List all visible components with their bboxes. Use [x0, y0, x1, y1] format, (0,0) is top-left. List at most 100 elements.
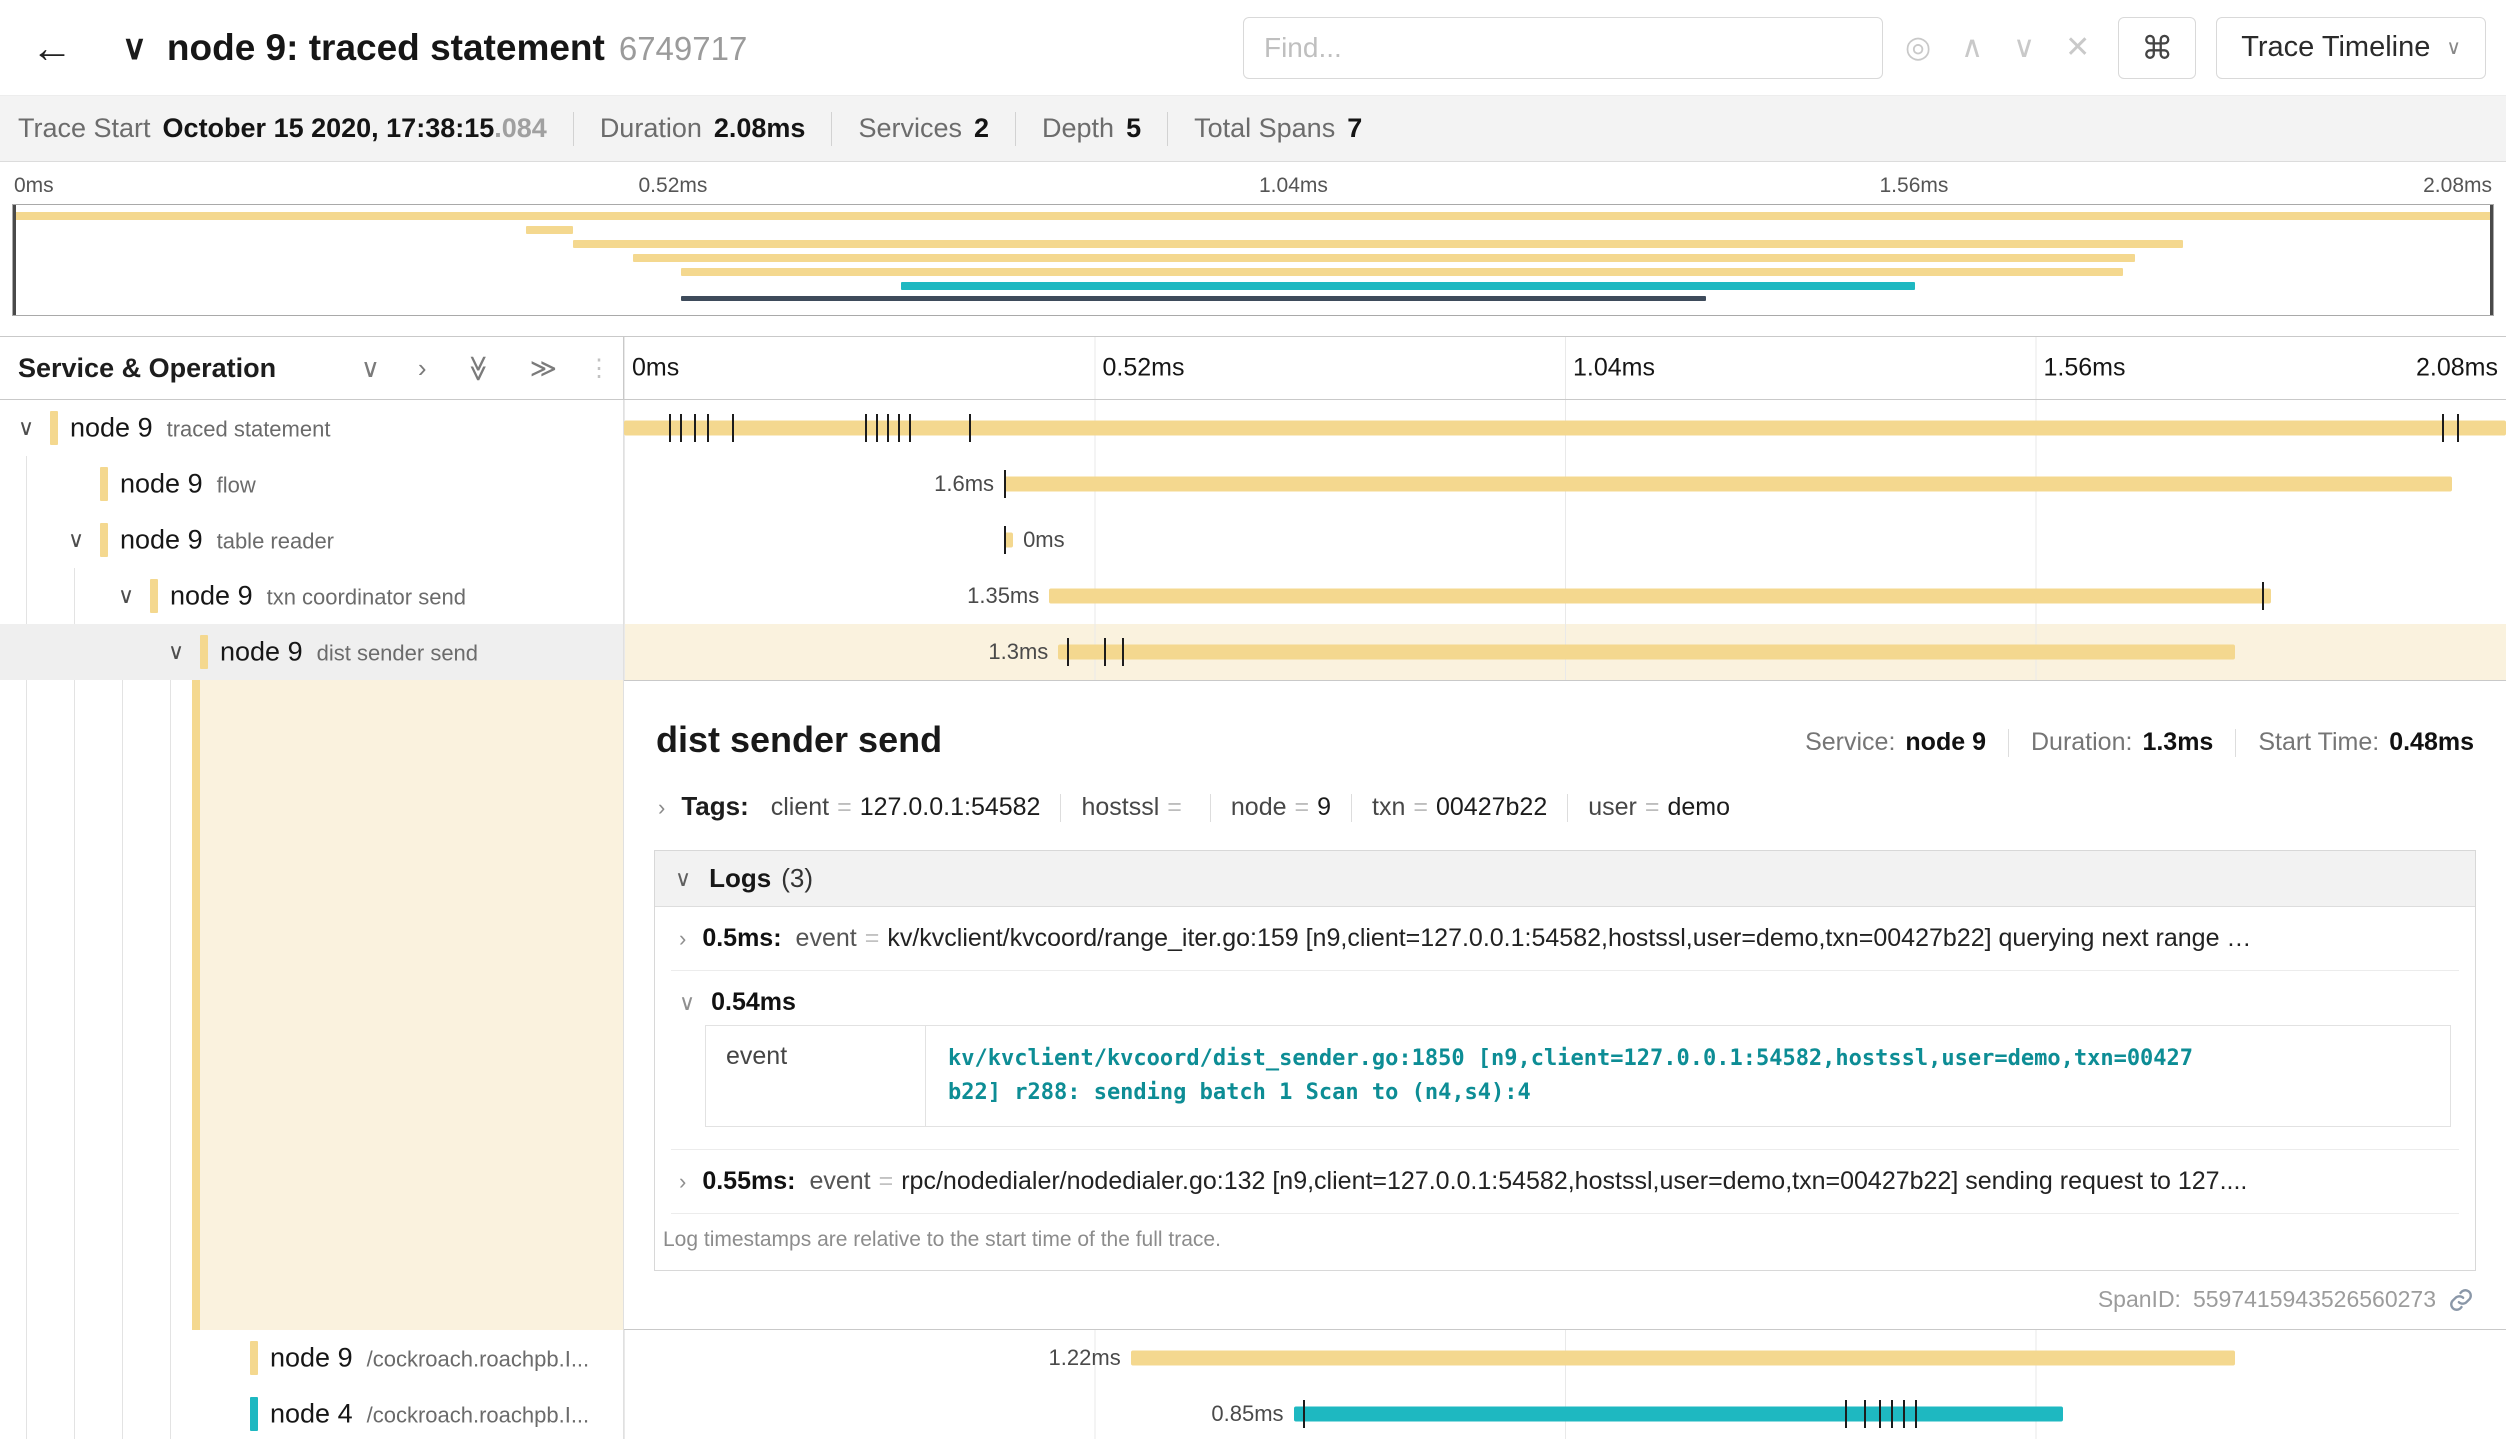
minimap-drag-handle-right[interactable] — [2490, 205, 2493, 315]
timeline-row[interactable]: node 9/cockroach.roachpb.I... 1.22ms — [0, 1330, 2506, 1386]
span-name-cell[interactable]: ∨ node 9dist sender send — [0, 624, 624, 680]
timeline-row[interactable]: ∨node 9table reader0ms — [0, 512, 2506, 568]
timeline-row[interactable]: node 4/cockroach.roachpb.I... 0.85ms — [0, 1386, 2506, 1439]
log-marker — [1122, 638, 1124, 666]
next-match-icon[interactable]: ∨ — [2013, 30, 2035, 65]
operation-name: flow — [217, 473, 256, 498]
span-name-cell[interactable]: node 9/cockroach.roachpb.I... — [0, 1330, 624, 1386]
timeline-row[interactable]: node 9 flow 1.6ms — [0, 456, 2506, 512]
log-marker — [1891, 1400, 1893, 1428]
equals-sign: = — [865, 924, 880, 953]
collapse-all-icon[interactable]: ≫ — [463, 354, 494, 381]
chevron-right-icon[interactable]: › — [679, 1169, 686, 1195]
trace-minimap: 0ms0.52ms1.04ms1.56ms2.08ms — [0, 162, 2506, 316]
locate-match-icon[interactable]: ◎ — [1905, 30, 1931, 65]
span-timeline-cell[interactable]: 1.22ms — [624, 1330, 2506, 1386]
column-resizer[interactable]: ⋮ — [587, 354, 609, 383]
span-timeline-cell[interactable]: 0.85ms — [624, 1386, 2506, 1439]
equals-sign: = — [837, 793, 852, 821]
row-collapse-icon[interactable]: ∨ — [118, 583, 134, 609]
log-entry[interactable]: ›0.5ms:event=kv/kvclient/kvcoord/range_i… — [671, 907, 2459, 971]
span-color-chip — [150, 579, 158, 613]
span-name: node 9dist sender send — [220, 637, 478, 668]
span-bar[interactable] — [624, 421, 2506, 436]
clear-find-icon[interactable]: ✕ — [2065, 30, 2090, 65]
span-meta-item: Start Time:0.48ms — [2258, 728, 2474, 757]
link-icon[interactable] — [2448, 1287, 2474, 1313]
span-name-cell[interactable]: ∨node 9txn coordinator send — [0, 568, 624, 624]
log-entry-header[interactable]: ∨0.54ms — [671, 971, 2459, 1025]
span-duration-label: 0.85ms — [1211, 1401, 1283, 1427]
tag-value: 00427b22 — [1436, 793, 1547, 821]
row-collapse-icon[interactable]: ∨ — [168, 639, 184, 665]
collapse-one-icon[interactable]: ∨ — [361, 353, 380, 383]
log-marker — [1067, 638, 1069, 666]
keyboard-shortcuts-button[interactable]: ⌘ — [2118, 17, 2196, 79]
span-detail-panel: dist sender send Service:node 9Duration:… — [624, 680, 2506, 1330]
service-name: node 9 — [120, 469, 203, 499]
logs-header[interactable]: ∨ Logs (3) — [655, 851, 2475, 907]
log-marker — [1303, 1400, 1305, 1428]
tag-item: node=9 — [1231, 793, 1331, 822]
service-operation-header: Service & Operation — [18, 353, 323, 384]
log-marker — [969, 414, 971, 442]
span-timeline-cell[interactable] — [624, 400, 2506, 456]
span-name-cell[interactable]: node 9 flow — [0, 456, 624, 512]
span-name: node 9/cockroach.roachpb.I... — [270, 1343, 589, 1374]
chevron-right-icon[interactable]: › — [679, 926, 686, 952]
tag-key: user — [1588, 793, 1637, 821]
chevron-down-icon[interactable]: ∨ — [679, 990, 695, 1016]
trace-view-dropdown[interactable]: Trace Timeline ∨ — [2216, 17, 2486, 79]
span-color-chip — [250, 1397, 258, 1431]
log-marker — [732, 414, 734, 442]
operation-name: /cockroach.roachpb.I... — [367, 1403, 590, 1428]
back-button[interactable]: ← — [0, 0, 104, 95]
trace-collapse-icon[interactable]: ∨ — [122, 28, 147, 68]
log-entry[interactable]: ›0.55ms:event=rpc/nodedialer/nodedialer.… — [671, 1150, 2459, 1214]
span-detail-meta: Service:node 9Duration:1.3msStart Time:0… — [1805, 728, 2474, 761]
span-timeline-cell[interactable]: 1.6ms — [624, 456, 2506, 512]
minimap-span-bar — [526, 226, 574, 234]
span-bar[interactable] — [1131, 1351, 2235, 1366]
log-marker — [1903, 1400, 1905, 1428]
span-duration-label: 1.3ms — [988, 639, 1048, 665]
expand-all-icon[interactable]: ≫ — [530, 353, 557, 383]
summary-item: Depth5 — [1042, 113, 1141, 144]
span-timeline-cell[interactable]: 0ms — [624, 512, 2506, 568]
divider — [1567, 794, 1568, 822]
chevron-right-icon[interactable]: › — [658, 795, 665, 821]
span-bar[interactable] — [1004, 477, 2452, 492]
divider — [1167, 112, 1168, 146]
divider — [1060, 794, 1061, 822]
span-bar[interactable] — [1049, 589, 2270, 604]
span-bar[interactable] — [1058, 645, 2234, 660]
minimap-canvas[interactable] — [12, 204, 2494, 316]
span-timeline-cell[interactable]: 1.35ms — [624, 568, 2506, 624]
log-marker — [865, 414, 867, 442]
span-color-chip — [200, 635, 208, 669]
prev-match-icon[interactable]: ∧ — [1961, 30, 1983, 65]
span-timeline-cell[interactable]: 1.3ms — [624, 624, 2506, 680]
minimap-tick-label: 2.08ms — [2423, 174, 2492, 198]
tags-row[interactable]: › Tags: client=127.0.0.1:54582hostssl=no… — [658, 791, 2474, 822]
span-bar[interactable] — [1294, 1407, 2063, 1422]
row-collapse-icon[interactable]: ∨ — [68, 527, 84, 553]
trace-summary-bar: Trace StartOctober 15 2020, 17:38:15.084… — [0, 96, 2506, 162]
timeline-row[interactable]: ∨ node 9dist sender send 1.3ms — [0, 624, 2506, 680]
expand-one-icon[interactable]: › — [418, 353, 427, 383]
logs-count: (3) — [781, 863, 813, 894]
timeline-row[interactable]: ∨node 9txn coordinator send1.35ms — [0, 568, 2506, 624]
log-marker — [2262, 582, 2264, 610]
chevron-down-icon[interactable]: ∨ — [675, 866, 691, 892]
span-name-cell[interactable]: ∨node 9table reader — [0, 512, 624, 568]
log-fields-table: eventkv/kvclient/kvcoord/dist_sender.go:… — [705, 1025, 2451, 1127]
find-input[interactable] — [1243, 17, 1883, 79]
row-collapse-icon[interactable]: ∨ — [18, 415, 34, 441]
span-name-cell[interactable]: node 4/cockroach.roachpb.I... — [0, 1386, 624, 1439]
span-name: node 9traced statement — [70, 413, 330, 444]
find-bar: ◎ ∧ ∨ ✕ ⌘ Trace Timeline ∨ — [1243, 17, 2506, 79]
minimap-drag-handle-left[interactable] — [13, 205, 16, 315]
equals-sign: = — [879, 1167, 894, 1196]
span-name-cell[interactable]: ∨ node 9traced statement — [0, 400, 624, 456]
timeline-row[interactable]: ∨ node 9traced statement — [0, 400, 2506, 456]
